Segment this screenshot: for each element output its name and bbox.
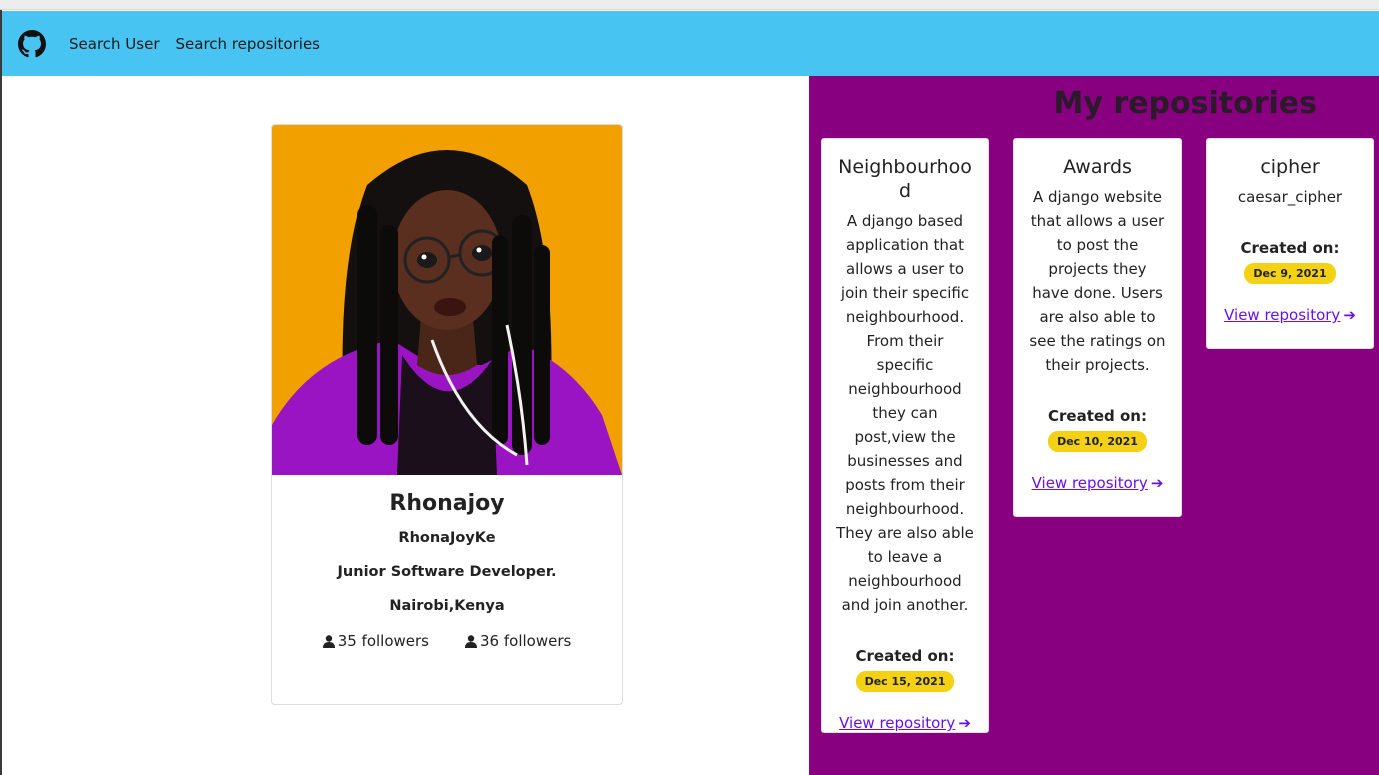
created-label: Created on: xyxy=(855,647,955,665)
created-date-badge: Dec 10, 2021 xyxy=(1048,431,1147,452)
repo-card-neighbourhood: Neighbourhood A django based application… xyxy=(821,138,989,733)
profile-section: Rhonajoy RhonaJoyKe Junior Software Deve… xyxy=(2,76,809,775)
user-icon xyxy=(322,634,335,648)
repo-card-cipher: cipher caesar_cipher Created on: Dec 9, … xyxy=(1206,138,1374,349)
created-label: Created on: xyxy=(1240,239,1340,257)
link-label: View repository xyxy=(1031,474,1148,492)
created-date-badge: Dec 15, 2021 xyxy=(855,671,955,692)
profile-username: RhonaJoyKe xyxy=(398,530,496,546)
arrow-right-icon: ➔ xyxy=(958,714,971,732)
link-label: View repository xyxy=(1224,306,1341,324)
github-icon[interactable] xyxy=(17,29,47,59)
profile-location: Nairobi,Kenya xyxy=(389,598,505,614)
nav-search-user[interactable]: Search User xyxy=(69,35,160,53)
view-repository-link[interactable]: View repository ➔ xyxy=(1224,306,1356,324)
created-label: Created on: xyxy=(1048,407,1147,425)
repo-description: A django based application that allows a… xyxy=(836,212,974,614)
followers-count: 35 followers xyxy=(337,632,429,650)
navbar: Search User Search repositories xyxy=(2,11,1379,76)
profile-bio: Junior Software Developer. xyxy=(337,564,557,580)
view-repository-link[interactable]: View repository ➔ xyxy=(1032,474,1164,492)
repo-name: Awards xyxy=(1063,156,1132,178)
following-stat: 36 followers xyxy=(465,632,571,650)
repo-description: A django website that allows a user to p… xyxy=(1029,188,1166,374)
profile-stats: 35 followers 36 followers xyxy=(272,632,622,650)
arrow-right-icon: ➔ xyxy=(1150,474,1164,492)
following-count: 36 followers xyxy=(480,632,572,650)
view-repository-link[interactable]: View repository ➔ xyxy=(839,714,971,732)
nav-search-repositories[interactable]: Search repositories xyxy=(176,35,321,53)
repo-card-awards: Awards A django website that allows a us… xyxy=(1013,138,1182,517)
profile-card: Rhonajoy RhonaJoyKe Junior Software Deve… xyxy=(271,124,623,705)
profile-name: Rhonajoy xyxy=(389,491,505,516)
browser-top-strip xyxy=(0,0,1379,10)
created-date-badge: Dec 9, 2021 xyxy=(1244,263,1336,284)
repositories-title: My repositories xyxy=(1053,86,1317,121)
followers-stat: 35 followers xyxy=(322,632,429,650)
user-icon xyxy=(465,634,477,648)
link-label: View repository xyxy=(839,714,956,732)
repositories-section: My repositories Neighbourhood A django b… xyxy=(809,76,1379,775)
repo-name: cipher xyxy=(1260,156,1320,178)
arrow-right-icon: ➔ xyxy=(1343,306,1356,324)
avatar xyxy=(272,125,622,475)
repo-description: caesar_cipher xyxy=(1237,188,1343,206)
repo-name: Neighbourhood xyxy=(838,156,972,202)
